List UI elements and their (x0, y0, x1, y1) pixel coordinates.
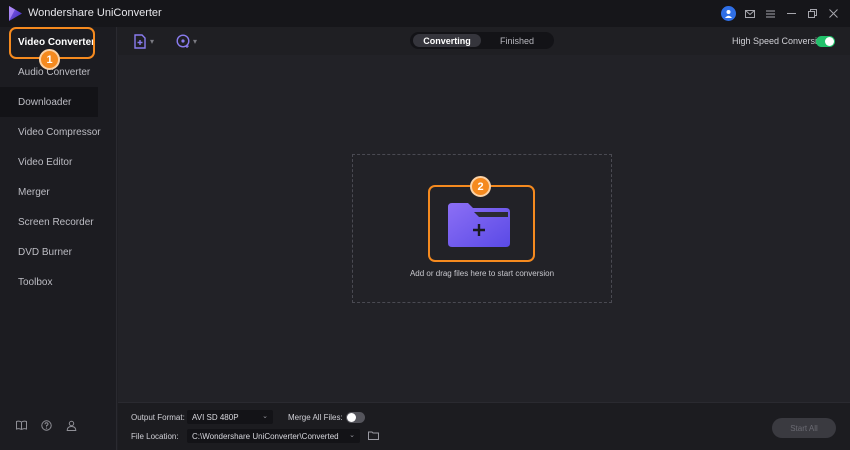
restore-icon (808, 9, 817, 18)
app-title: Wondershare UniConverter (28, 7, 162, 19)
help-icon[interactable] (41, 420, 52, 431)
user-group-icon[interactable] (66, 420, 77, 431)
sidebar-item-downloader[interactable]: Downloader (0, 87, 98, 117)
mail-button[interactable] (739, 0, 760, 27)
output-format-select[interactable]: AVI SD 480P ⌄ (187, 410, 273, 424)
sidebar-item-label: Screen Recorder (18, 216, 94, 228)
output-format-value: AVI SD 480P (192, 412, 239, 422)
file-location-label: File Location: (131, 432, 179, 441)
status-tabs: Converting Finished (410, 32, 554, 49)
mail-icon (744, 9, 755, 18)
chevron-down-icon: ▾ (150, 36, 155, 46)
sidebar-item-label: Merger (18, 186, 50, 198)
high-speed-toggle[interactable] (816, 36, 835, 47)
close-icon (829, 9, 838, 18)
file-location-select[interactable]: C:\Wondershare UniConverter\Converted ⌄ (187, 429, 360, 443)
tab-finished[interactable]: Finished (483, 34, 551, 47)
step-badge-2: 2 (470, 176, 491, 197)
add-file-icon (134, 33, 146, 49)
toggle-knob (347, 413, 356, 422)
restore-button[interactable] (802, 0, 823, 27)
minimize-button[interactable] (781, 0, 802, 27)
open-folder-icon[interactable] (368, 431, 379, 440)
sidebar-item-label: Video Compressor (18, 126, 101, 138)
title-bar: Wondershare UniConverter (0, 0, 850, 27)
drop-zone-text: Add or drag files here to start conversi… (409, 269, 555, 278)
minimize-icon (787, 13, 796, 14)
sidebar-item-merger[interactable]: Merger (0, 177, 117, 207)
sidebar-item-screen-recorder[interactable]: Screen Recorder (0, 207, 117, 237)
sidebar-item-video-editor[interactable]: Video Editor (0, 147, 117, 177)
merge-all-label: Merge All Files: (288, 413, 343, 422)
chevron-down-icon: ▾ (193, 36, 198, 46)
start-all-button[interactable]: Start All (772, 418, 836, 438)
sidebar-item-label: Video Editor (18, 156, 73, 168)
chevron-down-icon: ⌄ (262, 413, 268, 420)
account-button[interactable] (718, 0, 739, 27)
add-disc-icon (176, 34, 190, 48)
sidebar-item-label: Downloader (18, 96, 72, 108)
add-dvd-button[interactable]: ▾ (176, 33, 197, 49)
bottom-bar: Output Format: AVI SD 480P ⌄ Merge All F… (118, 402, 850, 450)
app-logo-icon (9, 6, 22, 21)
toolbar: ▾ ▾ Converting Finished High Speed Conve… (118, 27, 850, 55)
sidebar-bottom-icons (16, 420, 77, 431)
tab-converting[interactable]: Converting (413, 34, 481, 47)
add-files-button[interactable]: ▾ (134, 33, 154, 49)
sidebar-item-dvd-burner[interactable]: DVD Burner (0, 237, 117, 267)
file-location-value: C:\Wondershare UniConverter\Converted (192, 431, 339, 441)
merge-all-toggle[interactable] (346, 412, 365, 423)
window-controls (718, 0, 844, 27)
toggle-knob (825, 37, 834, 46)
chevron-down-icon: ⌄ (349, 432, 355, 439)
sidebar-item-toolbox[interactable]: Toolbox (0, 267, 117, 297)
sidebar-item-video-compressor[interactable]: Video Compressor (0, 117, 117, 147)
sidebar: Video Converter Audio Converter Download… (0, 27, 117, 450)
close-button[interactable] (823, 0, 844, 27)
high-speed-label: High Speed Conversion (732, 36, 828, 46)
menu-button[interactable] (760, 0, 781, 27)
hamburger-icon (766, 10, 775, 17)
sidebar-item-label: Toolbox (18, 276, 53, 288)
sidebar-item-label: DVD Burner (18, 246, 72, 258)
step-badge-1: 1 (39, 49, 60, 70)
book-icon[interactable] (16, 420, 27, 430)
user-icon (721, 6, 736, 21)
output-format-label: Output Format: (131, 413, 185, 422)
